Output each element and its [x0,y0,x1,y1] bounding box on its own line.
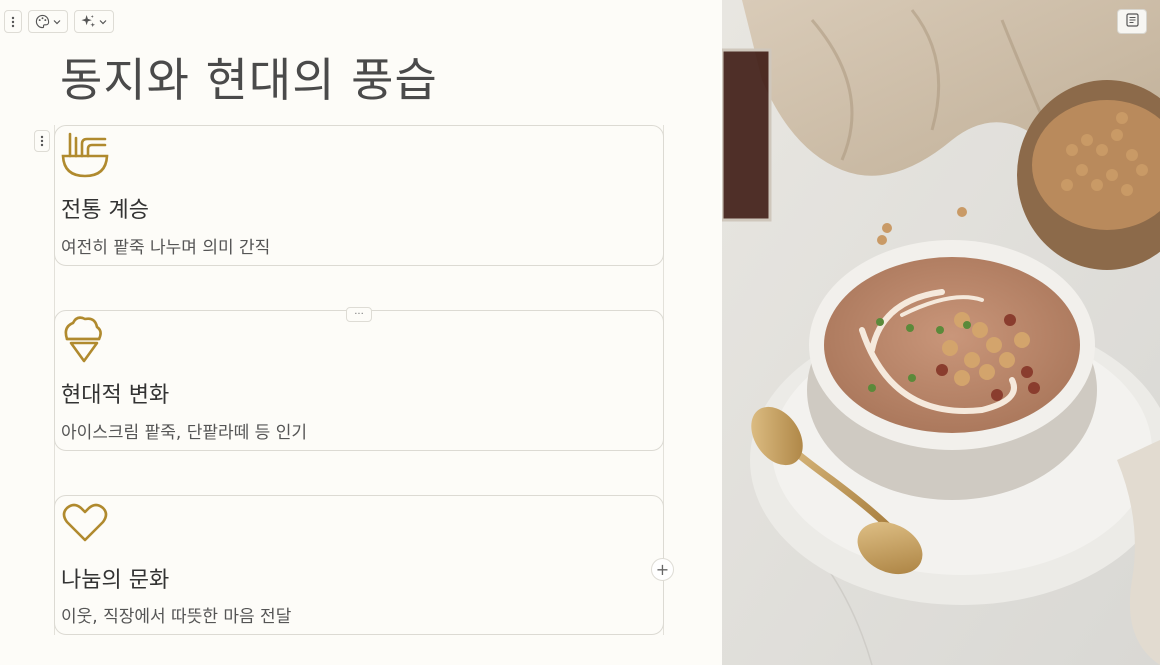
palette-icon [35,14,50,29]
card-list: 전통 계승 여전히 팥죽 나누며 의미 간직 현대적 변화 아이스크림 팥죽, … [54,125,664,635]
theme-dropdown-button[interactable] [28,10,68,33]
add-block-button[interactable]: + [651,558,674,581]
card-description: 아이스크림 팥죽, 단팥라떼 등 인기 [61,423,307,443]
card-modern[interactable]: 현대적 변화 아이스크림 팥죽, 단팥라떼 등 인기 [54,310,664,451]
toolbar [4,10,114,33]
card-description: 여전히 팥죽 나누며 의미 간직 [61,238,271,258]
porridge-photo [722,0,1160,665]
heart-icon [61,500,108,548]
ai-dropdown-button[interactable] [74,10,114,33]
drag-handle-button[interactable] [4,10,22,33]
noodle-bowl-icon [61,130,109,178]
ice-cream-icon [61,315,105,363]
card-title: 나눔의 문화 [61,568,170,593]
card-title: 전통 계승 [61,198,149,223]
block-drag-handle[interactable] [34,130,50,152]
sparkle-icon [81,14,96,29]
more-options-button[interactable]: ··· [346,307,372,322]
card-description: 이웃, 직장에서 따뜻한 마음 전달 [61,607,292,627]
card-sharing[interactable]: 나눔의 문화 이웃, 직장에서 따뜻한 마음 전달 [54,495,664,635]
card-title: 현대적 변화 [61,383,170,408]
page-title: 동지와 현대의 풍습 [60,53,438,107]
vertical-dots-icon [11,16,15,28]
notes-icon [1125,12,1139,31]
chevron-down-icon [99,19,107,25]
vertical-dots-icon [40,132,44,151]
card-tradition[interactable]: 전통 계승 여전히 팥죽 나누며 의미 간직 [54,125,664,266]
speaker-notes-button[interactable] [1117,9,1147,34]
chevron-down-icon [53,19,61,25]
